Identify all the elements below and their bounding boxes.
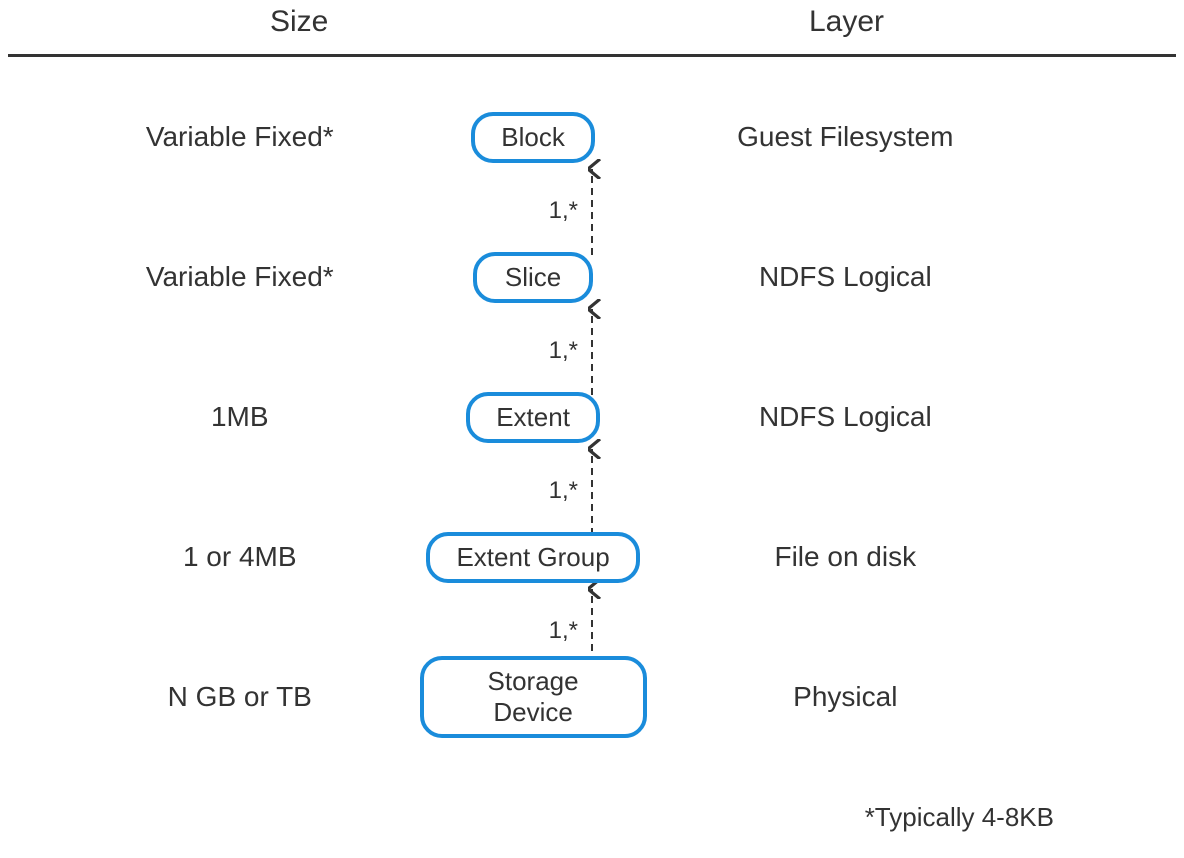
header-size: Size [270, 5, 328, 39]
center-storage-device: Storage Device [420, 656, 647, 738]
size-block: Variable Fixed* [60, 121, 420, 153]
node-slice: Slice [473, 252, 593, 303]
header-row: Size Layer [0, 0, 1184, 54]
layer-slice: NDFS Logical [647, 261, 1044, 293]
layer-block: Guest Filesystem [647, 121, 1044, 153]
size-slice: Variable Fixed* [60, 261, 420, 293]
size-storage-device: N GB or TB [60, 681, 420, 713]
center-extent: Extent [420, 392, 647, 443]
row-storage-device: N GB or TB Storage Device Physical [0, 627, 1184, 767]
center-block: Block [420, 112, 647, 163]
node-extent-group: Extent Group [426, 532, 639, 583]
footnote: *Typically 4-8KB [865, 802, 1054, 833]
size-extent: 1MB [60, 401, 420, 433]
layer-extent-group: File on disk [647, 541, 1044, 573]
row-extent-group: 1 or 4MB Extent Group File on disk [0, 487, 1184, 627]
diagram-area: Variable Fixed* Block Guest Filesystem 1… [0, 57, 1184, 767]
row-extent: 1MB Extent NDFS Logical [0, 347, 1184, 487]
row-block: Variable Fixed* Block Guest Filesystem [0, 67, 1184, 207]
size-extent-group: 1 or 4MB [60, 541, 420, 573]
node-storage-device: Storage Device [420, 656, 647, 738]
center-slice: Slice [420, 252, 647, 303]
layer-extent: NDFS Logical [647, 401, 1044, 433]
header-layer: Layer [809, 5, 884, 39]
row-slice: Variable Fixed* Slice NDFS Logical [0, 207, 1184, 347]
center-extent-group: Extent Group [420, 532, 647, 583]
layer-storage-device: Physical [647, 681, 1044, 713]
node-extent: Extent [466, 392, 600, 443]
node-block: Block [471, 112, 595, 163]
